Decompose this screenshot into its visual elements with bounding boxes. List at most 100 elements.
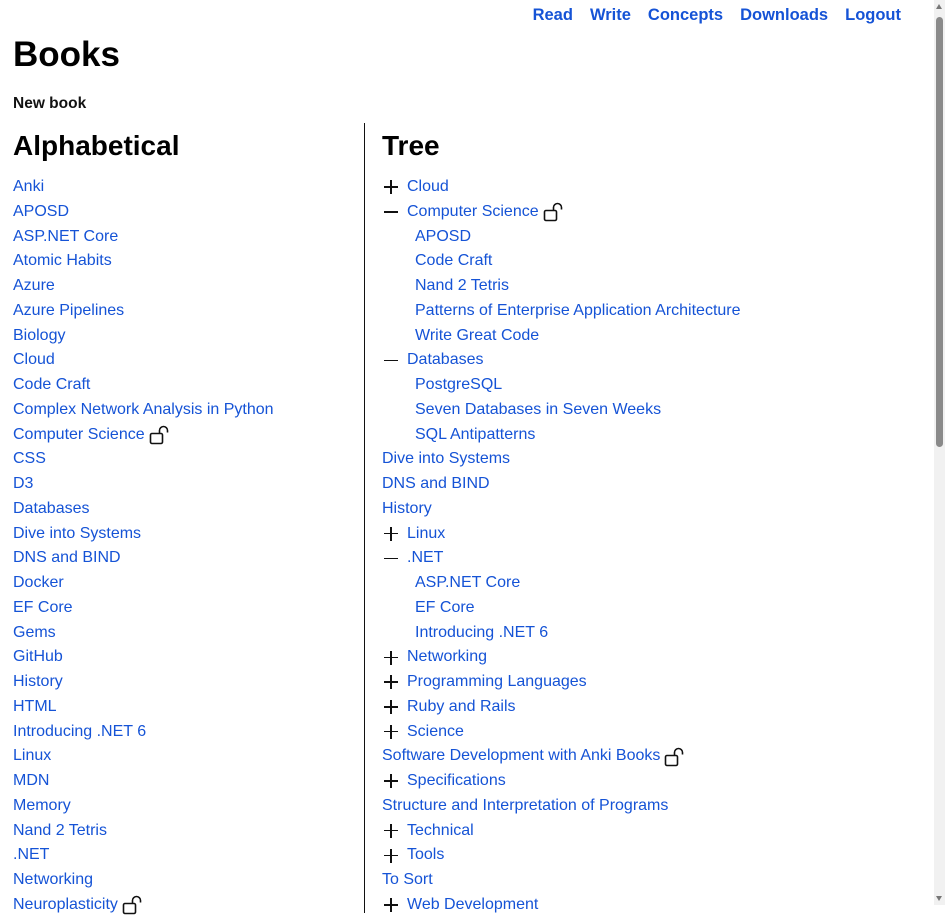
book-link-html[interactable]: HTML: [13, 695, 57, 720]
tree-book-link-dive-into-systems[interactable]: Dive into Systems: [382, 447, 510, 472]
vertical-scrollbar[interactable]: [934, 0, 945, 905]
alpha-list-item: Cloud: [13, 348, 274, 373]
alpha-list-item: ASP.NET Core: [13, 225, 274, 250]
collapse-minus-icon[interactable]: [382, 551, 400, 567]
tree-book-link-aposd[interactable]: APOSD: [415, 225, 471, 250]
alpha-list-item: HTML: [13, 695, 274, 720]
book-link-d3[interactable]: D3: [13, 472, 33, 497]
tree-book-link-science[interactable]: Science: [407, 720, 464, 745]
book-link-neuroplasticity[interactable]: Neuroplasticity: [13, 893, 118, 918]
tree-item: Programming Languages: [382, 670, 902, 695]
expand-plus-icon[interactable]: [382, 773, 400, 789]
nav-downloads-link[interactable]: Downloads: [740, 4, 828, 26]
tree-book-link-tools[interactable]: Tools: [407, 843, 444, 868]
tree-book-link-computer-science[interactable]: Computer Science: [407, 200, 539, 225]
scrollbar-thumb[interactable]: [936, 17, 943, 447]
book-link-aposd[interactable]: APOSD: [13, 200, 69, 225]
collapse-minus-icon[interactable]: [382, 353, 400, 369]
scroll-down-arrow-icon[interactable]: [936, 896, 942, 901]
book-link-history[interactable]: History: [13, 670, 63, 695]
book-link-docker[interactable]: Docker: [13, 571, 64, 596]
book-link-net[interactable]: .NET: [13, 843, 49, 868]
book-link-atomic-habits[interactable]: Atomic Habits: [13, 249, 112, 274]
alpha-list-item: APOSD: [13, 200, 274, 225]
tree-book-link-programming-languages[interactable]: Programming Languages: [407, 670, 587, 695]
tree-book-link-networking[interactable]: Networking: [407, 645, 487, 670]
tree-child-item: EF Core: [382, 596, 902, 621]
expand-plus-icon[interactable]: [382, 674, 400, 690]
book-link-nand-2-tetris[interactable]: Nand 2 Tetris: [13, 819, 107, 844]
tree-book-link-linux[interactable]: Linux: [407, 522, 445, 547]
book-link-complex-network-analysis-in-python[interactable]: Complex Network Analysis in Python: [13, 398, 274, 423]
tree-book-link-web-development[interactable]: Web Development: [407, 893, 538, 918]
tree-book-link-structure-and-interpretation-of-programs[interactable]: Structure and Interpretation of Programs: [382, 794, 668, 819]
new-book-link[interactable]: New book: [13, 93, 86, 115]
top-navigation: Read Write Concepts Downloads Logout: [533, 4, 901, 26]
tree-book-link-write-great-code[interactable]: Write Great Code: [415, 324, 539, 349]
tree-book-link-ef-core[interactable]: EF Core: [415, 596, 475, 621]
expand-plus-icon[interactable]: [382, 699, 400, 715]
nav-concepts-link[interactable]: Concepts: [648, 4, 723, 26]
expand-plus-icon[interactable]: [382, 724, 400, 740]
book-link-azure-pipelines[interactable]: Azure Pipelines: [13, 299, 124, 324]
tree-child-item: APOSD: [382, 225, 902, 250]
tree-book-link-code-craft[interactable]: Code Craft: [415, 249, 492, 274]
book-link-dive-into-systems[interactable]: Dive into Systems: [13, 522, 141, 547]
tree-book-link-nand-2-tetris[interactable]: Nand 2 Tetris: [415, 274, 509, 299]
book-link-css[interactable]: CSS: [13, 447, 46, 472]
book-link-anki[interactable]: Anki: [13, 175, 44, 200]
tree-book-link-to-sort[interactable]: To Sort: [382, 868, 433, 893]
book-link-code-craft[interactable]: Code Craft: [13, 373, 90, 398]
tree-book-link-specifications[interactable]: Specifications: [407, 769, 506, 794]
book-link-dns-and-bind[interactable]: DNS and BIND: [13, 546, 121, 571]
tree-book-link-sql-antipatterns[interactable]: SQL Antipatterns: [415, 423, 535, 448]
tree-book-link-ruby-and-rails[interactable]: Ruby and Rails: [407, 695, 516, 720]
tree-item: Specifications: [382, 769, 902, 794]
tree-book-link-software-development-with-anki-books[interactable]: Software Development with Anki Books: [382, 744, 660, 769]
tree-book-link-cloud[interactable]: Cloud: [407, 175, 449, 200]
tree-item: Networking: [382, 645, 902, 670]
book-link-introducing-net-6[interactable]: Introducing .NET 6: [13, 720, 146, 745]
tree-item: Computer Science: [382, 200, 902, 225]
expand-plus-icon[interactable]: [382, 823, 400, 839]
book-link-github[interactable]: GitHub: [13, 645, 63, 670]
tree-book-link-databases[interactable]: Databases: [407, 348, 484, 373]
tree-item: Ruby and Rails: [382, 695, 902, 720]
book-link-ef-core[interactable]: EF Core: [13, 596, 73, 621]
book-link-databases[interactable]: Databases: [13, 497, 90, 522]
tree-book-link-dns-and-bind[interactable]: DNS and BIND: [382, 472, 490, 497]
collapse-minus-icon[interactable]: [382, 204, 400, 220]
expand-plus-icon[interactable]: [382, 650, 400, 666]
tree-book-link-postgresql[interactable]: PostgreSQL: [415, 373, 502, 398]
book-link-cloud[interactable]: Cloud: [13, 348, 55, 373]
expand-plus-icon[interactable]: [382, 526, 400, 542]
alpha-list-item: Docker: [13, 571, 274, 596]
nav-read-link[interactable]: Read: [533, 4, 573, 26]
tree-book-link-seven-databases-in-seven-weeks[interactable]: Seven Databases in Seven Weeks: [415, 398, 661, 423]
tree-item: .NET: [382, 546, 902, 571]
expand-plus-icon[interactable]: [382, 179, 400, 195]
alpha-list-item: GitHub: [13, 645, 274, 670]
book-link-computer-science[interactable]: Computer Science: [13, 423, 145, 448]
book-link-networking[interactable]: Networking: [13, 868, 93, 893]
book-link-mdn[interactable]: MDN: [13, 769, 49, 794]
tree-book-link-technical[interactable]: Technical: [407, 819, 474, 844]
tree-book-link-asp-net-core[interactable]: ASP.NET Core: [415, 571, 520, 596]
expand-plus-icon[interactable]: [382, 848, 400, 864]
book-link-gems[interactable]: Gems: [13, 621, 56, 646]
nav-write-link[interactable]: Write: [590, 4, 631, 26]
alpha-list-item: MDN: [13, 769, 274, 794]
tree-book-link-introducing-net-6[interactable]: Introducing .NET 6: [415, 621, 548, 646]
book-link-azure[interactable]: Azure: [13, 274, 55, 299]
tree-book-link-patterns-of-enterprise-application-architecture[interactable]: Patterns of Enterprise Application Archi…: [415, 299, 741, 324]
book-link-asp-net-core[interactable]: ASP.NET Core: [13, 225, 118, 250]
tree-child-item: PostgreSQL: [382, 373, 902, 398]
expand-plus-icon[interactable]: [382, 897, 400, 913]
book-link-memory[interactable]: Memory: [13, 794, 71, 819]
book-link-linux[interactable]: Linux: [13, 744, 51, 769]
nav-logout-link[interactable]: Logout: [845, 4, 901, 26]
tree-book-link-history[interactable]: History: [382, 497, 432, 522]
tree-book-link-net[interactable]: .NET: [407, 546, 443, 571]
book-link-biology[interactable]: Biology: [13, 324, 65, 349]
scroll-up-arrow-icon[interactable]: [936, 4, 942, 9]
